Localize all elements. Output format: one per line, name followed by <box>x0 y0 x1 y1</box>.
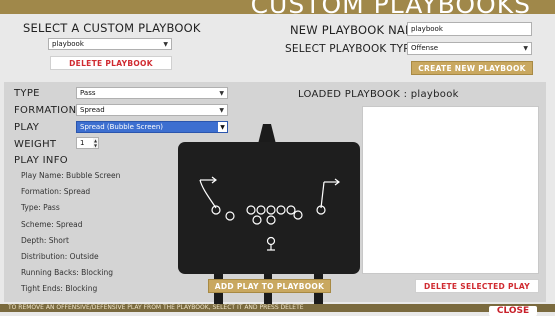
play-info-line: Type: Pass <box>21 203 60 212</box>
playbook-type-label: SELECT PLAYBOOK TYPE <box>285 43 417 55</box>
play-info-line: Running Backs: Blocking <box>21 268 114 277</box>
play-label: PLAY <box>14 122 40 133</box>
formation-select[interactable]: Spread ▼ <box>76 104 228 116</box>
spinner-arrows-icon[interactable]: ▲ ▼ <box>93 137 99 149</box>
play-info-line: Scheme: Spread <box>21 220 83 229</box>
footer-text: TO REMOVE AN OFFENSIVE/DEFENSIVE PLAY FR… <box>8 304 304 311</box>
chevron-down-icon: ▼ <box>219 107 224 114</box>
playbook-type-value: Offense <box>411 44 439 52</box>
close-button[interactable]: CLOSE <box>489 306 537 316</box>
chevron-down-icon: ▼ <box>219 90 224 97</box>
page-title: CUSTOM PLAYBOOKS <box>251 0 531 14</box>
play-info-line: Depth: Short <box>21 236 69 245</box>
weight-label: WEIGHT <box>14 139 57 150</box>
weight-value: 1 <box>80 139 85 147</box>
loaded-playbook-name: playbook <box>410 89 459 100</box>
formation-label: FORMATION <box>14 105 77 116</box>
delete-selected-play-button[interactable]: DELETE SELECTED PLAY <box>415 279 539 293</box>
chevron-down-icon: ▼ <box>163 41 168 48</box>
chevron-down-icon: ▼ <box>523 45 528 52</box>
play-info-heading: PLAY INFO <box>14 155 68 166</box>
play-value: Spread (Bubble Screen) <box>80 123 164 131</box>
type-label: TYPE <box>14 88 40 99</box>
weight-input[interactable]: 1 <box>76 137 94 149</box>
footer-bar: TO REMOVE AN OFFENSIVE/DEFENSIVE PLAY FR… <box>0 304 555 312</box>
play-info-line: Tight Ends: Blocking <box>21 284 98 293</box>
formation-value: Spread <box>80 106 105 114</box>
playbook-type-select[interactable]: Offense ▼ <box>407 42 532 55</box>
playbook-select[interactable]: playbook ▼ <box>48 38 172 50</box>
new-playbook-name-value: playbook <box>411 25 443 33</box>
add-play-button[interactable]: ADD PLAY TO PLAYBOOK <box>208 279 331 293</box>
create-new-playbook-button[interactable]: CREATE NEW PLAYBOOK <box>411 61 533 75</box>
loaded-playbook-prefix: LOADED PLAYBOOK : <box>298 89 408 100</box>
type-select[interactable]: Pass ▼ <box>76 87 228 99</box>
delete-playbook-button[interactable]: DELETE PLAYBOOK <box>50 56 172 70</box>
new-playbook-name-label: NEW PLAYBOOK NAME <box>290 23 423 37</box>
type-value: Pass <box>80 89 96 97</box>
playbook-select-value: playbook <box>52 40 84 48</box>
play-info-line: Formation: Spread <box>21 187 91 196</box>
select-playbook-label: SELECT A CUSTOM PLAYBOOK <box>23 21 201 35</box>
header-bar: CUSTOM PLAYBOOKS <box>0 0 555 14</box>
loaded-plays-list[interactable] <box>362 106 539 274</box>
play-info-line: Play Name: Bubble Screen <box>21 171 121 180</box>
loaded-playbook-label: LOADED PLAYBOOK : playbook <box>298 89 459 100</box>
new-playbook-name-input[interactable]: playbook <box>407 22 532 36</box>
play-info-line: Distribution: Outside <box>21 252 99 261</box>
